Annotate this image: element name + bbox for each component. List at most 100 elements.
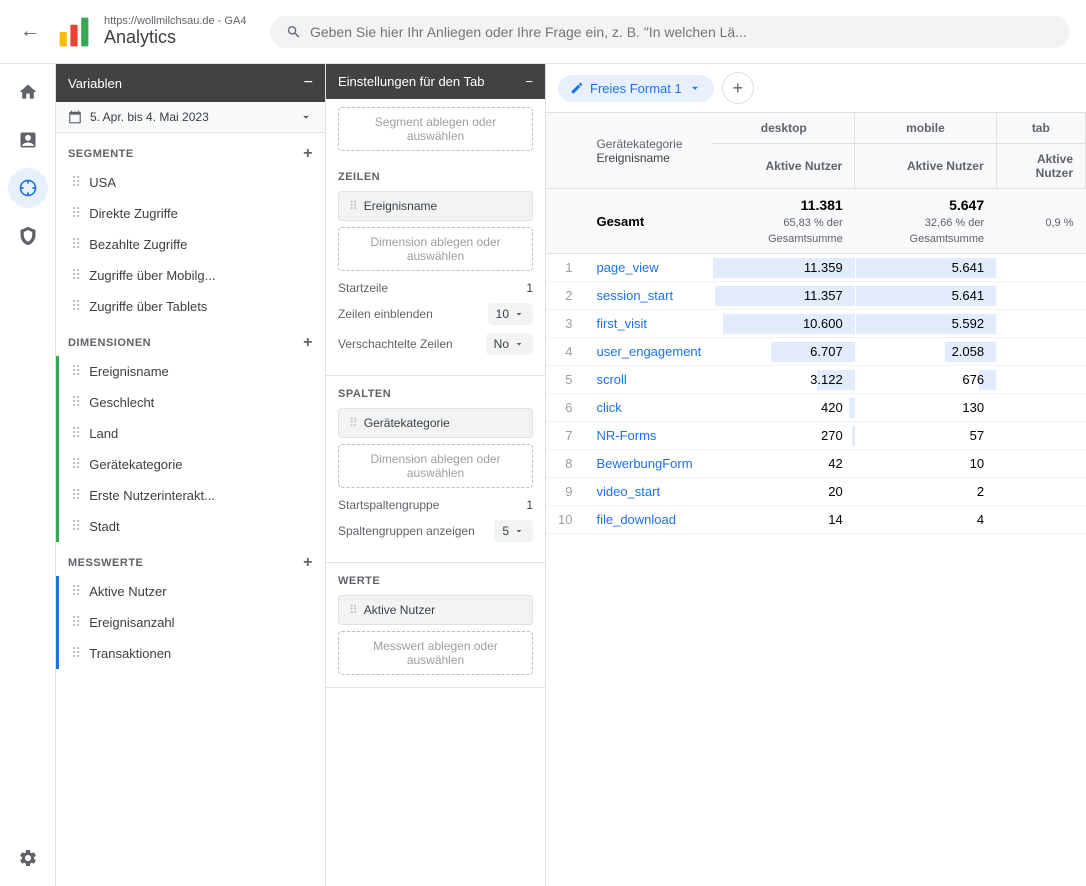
values-item-label: Aktive Nutzer bbox=[364, 603, 435, 617]
nav-advertising-icon[interactable] bbox=[8, 216, 48, 256]
row-num: 10 bbox=[546, 506, 584, 534]
add-tab-button[interactable]: + bbox=[722, 72, 754, 104]
segment-item-tablet[interactable]: ⠿ Zugriffe über Tablets bbox=[56, 291, 325, 322]
dimension-item-land[interactable]: ⠿ Land bbox=[56, 418, 325, 449]
row-dim[interactable]: click bbox=[584, 394, 713, 422]
row-tab-val bbox=[996, 310, 1085, 338]
nav-explore-icon[interactable] bbox=[8, 168, 48, 208]
columns-active-item[interactable]: ⠿ Gerätekategorie bbox=[338, 408, 533, 438]
segment-item-direkte[interactable]: ⠿ Direkte Zugriffe bbox=[56, 198, 325, 229]
metric-label: Transaktionen bbox=[89, 646, 171, 661]
values-drop-zone[interactable]: Messwert ablegen oder auswählen bbox=[338, 631, 533, 675]
values-active-item[interactable]: ⠿ Aktive Nutzer bbox=[338, 595, 533, 625]
row-mobile-val: 5.641 bbox=[855, 254, 996, 282]
drag-handle-icon: ⠿ bbox=[71, 645, 81, 662]
nav-settings-icon[interactable] bbox=[8, 838, 48, 878]
date-selector[interactable]: 5. Apr. bis 4. Mai 2023 bbox=[56, 102, 325, 133]
columns-item-label: Gerätekategorie bbox=[364, 416, 450, 430]
rows-drop-zone[interactable]: Dimension ablegen oder auswählen bbox=[338, 227, 533, 271]
date-range-label: 5. Apr. bis 4. Mai 2023 bbox=[90, 110, 291, 124]
analytics-logo bbox=[56, 14, 92, 50]
settings-panel: Einstellungen für den Tab − Segment able… bbox=[326, 64, 546, 886]
tab-group-header: tab bbox=[996, 113, 1085, 144]
segment-item-mobil[interactable]: ⠿ Zugriffe über Mobilg... bbox=[56, 260, 325, 291]
back-button[interactable]: ← bbox=[16, 16, 44, 47]
add-dimension-button[interactable]: + bbox=[303, 334, 313, 352]
settings-collapse-button[interactable]: − bbox=[525, 74, 533, 89]
dimension-label: Ereignisname bbox=[89, 364, 169, 379]
tab-edit-icon bbox=[570, 81, 584, 95]
nested-label: Verschachtelte Zeilen bbox=[338, 337, 453, 351]
variables-collapse-button[interactable]: − bbox=[304, 74, 313, 92]
row-mobile-val: 130 bbox=[855, 394, 996, 422]
table-row: 1 page_view 11.359 5.641 bbox=[546, 254, 1086, 282]
row-dim[interactable]: first_visit bbox=[584, 310, 713, 338]
segment-item-usa[interactable]: ⠿ USA bbox=[56, 167, 325, 198]
row-dim[interactable]: session_start bbox=[584, 282, 713, 310]
showrows-field: Zeilen einblenden 10 bbox=[338, 303, 533, 325]
add-metric-button[interactable]: + bbox=[303, 554, 313, 572]
row-dim[interactable]: video_start bbox=[584, 478, 713, 506]
total-tab-value: 0,9 % bbox=[996, 189, 1085, 254]
add-segment-button[interactable]: + bbox=[303, 145, 313, 163]
row-desktop-val: 270 bbox=[713, 422, 854, 450]
table-row: 5 scroll 3.122 676 bbox=[546, 366, 1086, 394]
nested-select[interactable]: No bbox=[486, 333, 533, 355]
row-tab-val bbox=[996, 478, 1085, 506]
metric-label: Ereignisanzahl bbox=[89, 615, 174, 630]
row-desktop-val: 3.122 bbox=[713, 366, 854, 394]
nested-field: Verschachtelte Zeilen No bbox=[338, 333, 533, 355]
showrows-select[interactable]: 10 bbox=[488, 303, 533, 325]
table-row: 9 video_start 20 2 bbox=[546, 478, 1086, 506]
top-drop-zone[interactable]: Segment ablegen oder auswählen bbox=[338, 107, 533, 151]
row-dim[interactable]: page_view bbox=[584, 254, 713, 282]
startrow-value: 1 bbox=[526, 281, 533, 295]
row-mobile-val: 2 bbox=[855, 478, 996, 506]
dimension-item-erste[interactable]: ⠿ Erste Nutzerinterakt... bbox=[56, 480, 325, 511]
search-bar[interactable] bbox=[270, 16, 1070, 48]
search-input[interactable] bbox=[310, 24, 1054, 40]
row-dim[interactable]: user_engagement bbox=[584, 338, 713, 366]
tab-freies-format[interactable]: Freies Format 1 bbox=[558, 75, 714, 102]
drag-handle-icon: ⠿ bbox=[71, 363, 81, 380]
app-title: Analytics bbox=[104, 27, 246, 48]
drag-handle-icon: ⠿ bbox=[71, 614, 81, 631]
row-dim[interactable]: NR-Forms bbox=[584, 422, 713, 450]
drag-handle-icon: ⠿ bbox=[71, 298, 81, 315]
metric-item-ereignis[interactable]: ⠿ Ereignisanzahl bbox=[56, 607, 325, 638]
row-mobile-val: 57 bbox=[855, 422, 996, 450]
showrows-value: 10 bbox=[496, 307, 509, 321]
metric-item-transaktionen[interactable]: ⠿ Transaktionen bbox=[56, 638, 325, 669]
app-subtitle: https://wollmilchsau.de - GA4 bbox=[104, 15, 246, 27]
drag-handle-icon: ⠿ bbox=[71, 425, 81, 442]
variables-header-label: Variablen bbox=[68, 76, 122, 91]
row-desktop-val: 20 bbox=[713, 478, 854, 506]
row-num: 5 bbox=[546, 366, 584, 394]
rows-active-item[interactable]: ⠿ Ereignisname bbox=[338, 191, 533, 221]
segment-item-bezahlte[interactable]: ⠿ Bezahlte Zugriffe bbox=[56, 229, 325, 260]
dimension-label: Gerätekategorie bbox=[89, 457, 182, 472]
segment-label: Bezahlte Zugriffe bbox=[89, 237, 187, 252]
dimension-item-ereignisname[interactable]: ⠿ Ereignisname bbox=[56, 356, 325, 387]
showcol-select[interactable]: 5 bbox=[494, 520, 533, 542]
dimensions-section-title: DIMENSIONEN + bbox=[56, 322, 325, 356]
nav-home-icon[interactable] bbox=[8, 72, 48, 112]
row-num: 8 bbox=[546, 450, 584, 478]
segment-label: USA bbox=[89, 175, 116, 190]
row-tab-val bbox=[996, 366, 1085, 394]
columns-drop-zone[interactable]: Dimension ablegen oder auswählen bbox=[338, 444, 533, 488]
row-desktop-val: 14 bbox=[713, 506, 854, 534]
row-dim[interactable]: BewerbungForm bbox=[584, 450, 713, 478]
table-row: 4 user_engagement 6.707 2.058 bbox=[546, 338, 1086, 366]
metric-item-aktive[interactable]: ⠿ Aktive Nutzer bbox=[56, 576, 325, 607]
dimension-item-geraet[interactable]: ⠿ Gerätekategorie bbox=[56, 449, 325, 480]
startrow-field: Startzeile 1 bbox=[338, 281, 533, 295]
drag-handle-icon: ⠿ bbox=[71, 583, 81, 600]
dimension-item-geschlecht[interactable]: ⠿ Geschlecht bbox=[56, 387, 325, 418]
drag-handle-icon: ⠿ bbox=[349, 199, 358, 213]
row-num: 4 bbox=[546, 338, 584, 366]
row-dim[interactable]: scroll bbox=[584, 366, 713, 394]
dimension-item-stadt[interactable]: ⠿ Stadt bbox=[56, 511, 325, 542]
nav-reports-icon[interactable] bbox=[8, 120, 48, 160]
row-dim[interactable]: file_download bbox=[584, 506, 713, 534]
